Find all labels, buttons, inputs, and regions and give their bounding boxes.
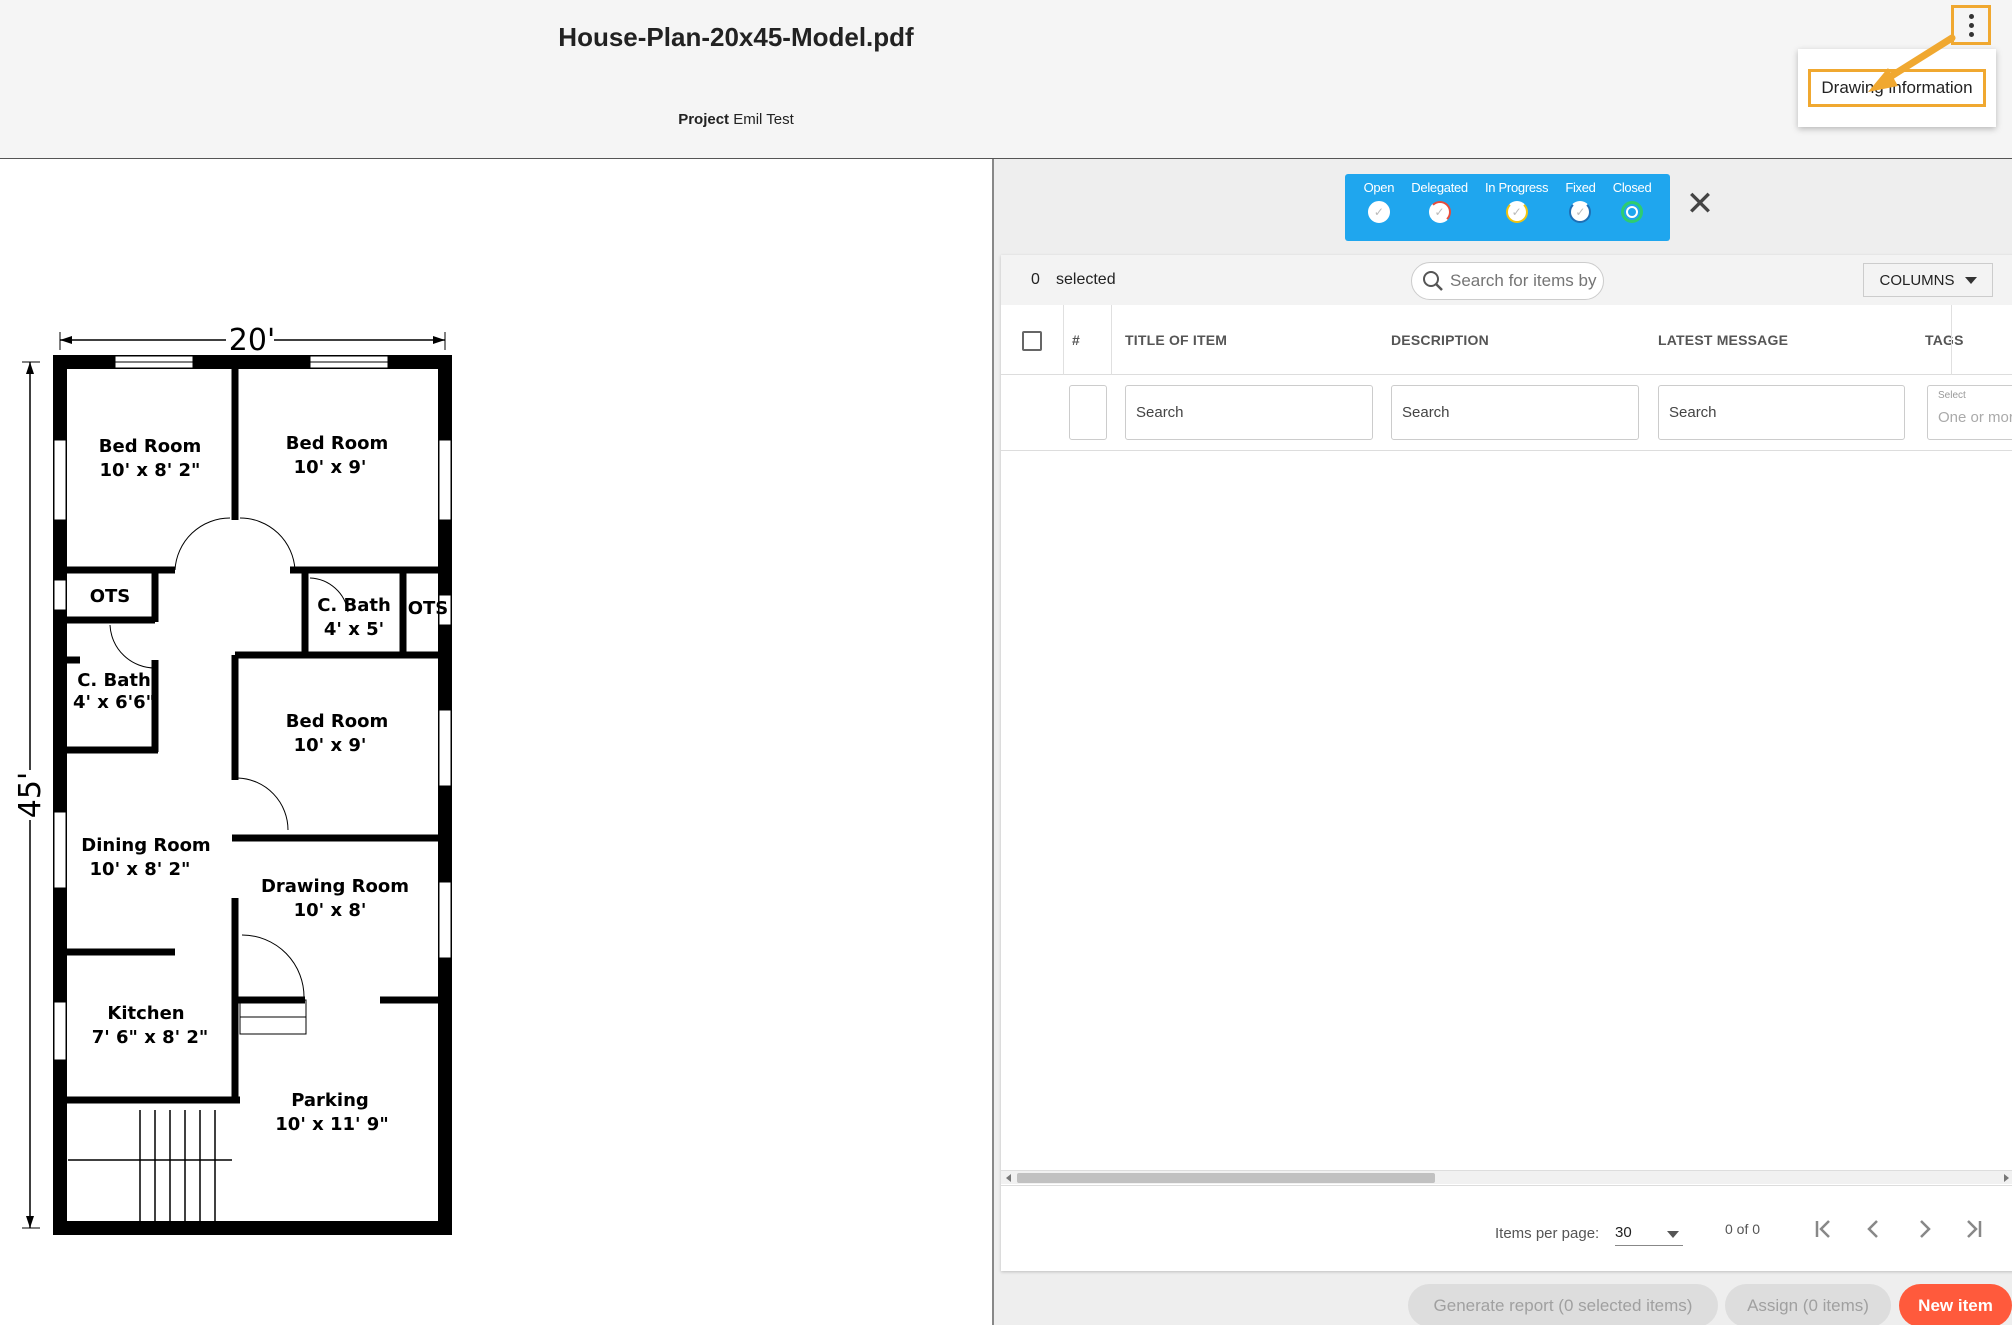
scroll-right-icon[interactable] (2004, 1174, 2009, 1182)
table-filter-row: Select One or more (1001, 375, 2012, 451)
scrollbar-thumb[interactable] (1017, 1173, 1435, 1183)
room-size: 4' x 6'6" (73, 692, 155, 713)
scroll-left-icon[interactable] (1006, 1174, 1011, 1182)
project-line: Project Emil Test (0, 111, 1472, 128)
more-vertical-icon-dot (1968, 22, 1974, 28)
check-icon (1621, 201, 1644, 223)
horizontal-scrollbar[interactable] (1001, 1170, 2012, 1184)
room-name: C. Bath (317, 595, 391, 616)
floor-plan: 20' 45' Bed Room 10' x 8' 2" Bed Room 10… (13, 322, 452, 1235)
selected-count: 0 (1031, 271, 1040, 288)
columns-button[interactable]: COLUMNS (1863, 263, 1993, 297)
document-title: House-Plan-20x45-Model.pdf (558, 22, 914, 52)
number-filter-input[interactable] (1069, 385, 1107, 440)
generate-report-button[interactable]: Generate report (0 selected items) (1408, 1284, 1718, 1325)
items-per-page-value: 30 (1615, 1224, 1632, 1241)
items-panel: Open ✓ Delegated ✓ In Progress ✓ Fixed ✓… (992, 159, 2012, 1325)
column-header-number[interactable]: # (1072, 332, 1080, 348)
room-name: OTS (408, 598, 449, 619)
new-item-button[interactable]: New item (1899, 1284, 2012, 1325)
top-header: House-Plan-20x45-Model.pdf Project Emil … (0, 0, 2012, 159)
title-filter-input[interactable] (1125, 385, 1373, 440)
items-search-input[interactable] (1450, 271, 1600, 291)
close-icon[interactable]: ✕ (1685, 187, 1715, 221)
assign-button[interactable]: Assign (0 items) (1725, 1284, 1891, 1325)
check-icon: ✓ (1428, 201, 1451, 223)
last-page-icon[interactable] (1958, 1214, 1988, 1244)
status-filter-bar: Open ✓ Delegated ✓ In Progress ✓ Fixed ✓… (1345, 174, 1670, 241)
status-filter-open[interactable]: Open ✓ (1363, 174, 1395, 241)
room-size: 10' x 8' 2" (90, 859, 191, 880)
width-dimension: 20' (229, 323, 275, 358)
table-pagination: Items per page: 30 0 of 0 (1001, 1185, 2012, 1271)
room-name: Kitchen (107, 1003, 184, 1024)
first-page-icon[interactable] (1809, 1214, 1839, 1244)
annotation-arrow-icon (1868, 34, 1956, 92)
height-dimension: 45' (13, 772, 48, 818)
check-icon: ✓ (1505, 201, 1528, 223)
next-page-icon[interactable] (1909, 1214, 1939, 1244)
column-header-description[interactable]: DESCRIPTION (1391, 332, 1489, 348)
select-all-checkbox[interactable] (1022, 331, 1042, 351)
status-label: Fixed (1565, 180, 1596, 195)
column-header-tags[interactable]: TAGS (1925, 332, 1964, 348)
drawing-viewer[interactable]: 20' 45' Bed Room 10' x 8' 2" Bed Room 10… (0, 159, 992, 1325)
column-header-title[interactable]: TITLE OF ITEM (1125, 332, 1227, 348)
description-filter-input[interactable] (1391, 385, 1639, 440)
status-label: Delegated (1411, 180, 1468, 195)
table-header-row: # TITLE OF ITEM DESCRIPTION LATEST MESSA… (1001, 305, 2012, 451)
project-name: Emil Test (733, 111, 794, 128)
status-filter-in-progress[interactable]: In Progress ✓ (1485, 174, 1548, 241)
room-name: Bed Room (286, 433, 388, 454)
more-vertical-icon (1968, 13, 1974, 19)
selected-label: selected (1056, 271, 1116, 288)
status-label: In Progress (1485, 180, 1549, 195)
room-size: 10' x 9' (294, 735, 367, 756)
tags-select-placeholder: One or more (1938, 409, 2012, 426)
project-label: Project (678, 111, 730, 128)
room-name: Bed Room (99, 436, 201, 457)
check-icon: ✓ (1569, 201, 1592, 223)
previous-page-icon[interactable] (1859, 1214, 1889, 1244)
room-size: 10' x 11' 9" (275, 1114, 388, 1135)
room-size: 7' 6" x 8' 2" (92, 1027, 209, 1048)
room-name: Dining Room (81, 835, 210, 856)
check-icon: ✓ (1367, 201, 1390, 223)
tags-filter-select[interactable]: Select One or more (1927, 385, 2012, 440)
chevron-down-icon (1964, 276, 1977, 284)
status-filter-fixed[interactable]: Fixed ✓ (1565, 174, 1596, 241)
status-filter-closed[interactable]: Closed (1613, 174, 1652, 241)
room-size: 4' x 5' (324, 619, 384, 640)
room-name: C. Bath (77, 670, 151, 691)
status-filter-delegated[interactable]: Delegated ✓ (1411, 174, 1468, 241)
status-label: Closed (1612, 180, 1652, 195)
room-size: 10' x 8' (294, 900, 367, 921)
items-table: 0 selected COLUMNS # TITLE OF ITEM DESCR… (1001, 255, 2012, 1271)
action-bar: Generate report (0 selected items) Assig… (994, 1272, 2012, 1325)
page-range-text: 0 of 0 (1725, 1221, 1761, 1237)
status-label: Open (1363, 180, 1395, 195)
chevron-down-icon (1667, 1231, 1679, 1238)
message-filter-input[interactable] (1658, 385, 1905, 440)
room-size: 10' x 9' (294, 457, 367, 478)
room-name: Drawing Room (261, 876, 409, 897)
tags-select-label: Select (1938, 390, 1966, 401)
items-per-page-label: Items per page: (1495, 1225, 1600, 1242)
column-header-latest-message[interactable]: LATEST MESSAGE (1658, 332, 1788, 348)
search-icon (1423, 271, 1443, 291)
more-vertical-icon-dot (1968, 31, 1974, 37)
columns-label: COLUMNS (1879, 271, 1955, 289)
room-name: Parking (291, 1090, 369, 1111)
room-name: Bed Room (286, 711, 388, 732)
table-toolbar: 0 selected COLUMNS (1001, 255, 2012, 305)
room-name: OTS (90, 586, 131, 607)
items-search-box[interactable] (1411, 262, 1604, 300)
items-per-page-select[interactable]: 30 (1615, 1220, 1683, 1246)
room-size: 10' x 8' 2" (100, 460, 201, 481)
